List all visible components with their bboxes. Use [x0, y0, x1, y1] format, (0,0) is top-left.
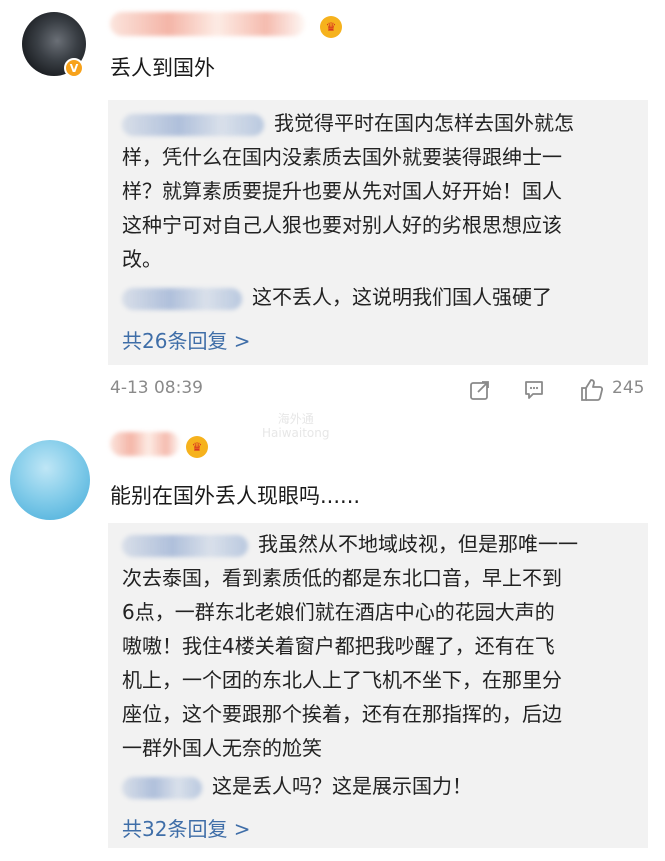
reply-line: 6点，一群东北老娘们就在酒店中心的花园大声的 — [122, 600, 555, 624]
avatar[interactable] — [10, 440, 90, 520]
view-more-replies-link[interactable]: 共26条回复 > — [122, 325, 251, 354]
comment-text: 丢人到国外 — [110, 56, 215, 80]
reply-username-blurred[interactable] — [122, 534, 248, 557]
reply-line: 样，凭什么在国内没素质去国外就要装得跟绅士一 — [122, 145, 562, 169]
username-blurred[interactable] — [110, 12, 305, 36]
comment-text: 能别在国外丢人现眼吗...... — [110, 484, 361, 508]
reply-line: 改。 — [122, 247, 162, 271]
reply-username-blurred[interactable] — [122, 287, 242, 310]
reply-line: 这是丢人吗？这是展示国力！ — [122, 769, 472, 803]
reply-line: 这不丢人，这说明我们国人强硬了 — [122, 280, 552, 314]
reply-box[interactable]: 我觉得平时在国内怎样去国外就怎 样，凭什么在国内没素质去国外就要装得跟绅士一 样… — [108, 100, 648, 365]
username-blurred[interactable] — [110, 432, 180, 456]
watermark: 海外通 Haiwaitong — [262, 412, 330, 440]
comment-icon[interactable] — [522, 378, 546, 402]
reply-line: 嗷嗷！我住4楼关着窗户都把我吵醒了，还有在飞 — [122, 634, 555, 658]
reply-line: 一群外国人无奈的尬笑 — [122, 736, 322, 760]
reply-line: 机上，一个团的东北人上了飞机不坐下，在那里分 — [122, 668, 562, 692]
view-more-replies-link[interactable]: 共32条回复 > — [122, 813, 251, 842]
reply-line: 我虽然从不地域歧视，但是那唯一一 — [122, 527, 578, 561]
like-icon[interactable] — [578, 376, 606, 404]
member-crown-icon: ♛ — [186, 436, 208, 458]
reply-line: 座位，这个要跟那个挨着，还有在那指挥的，后边 — [122, 702, 562, 726]
reply-line: 我觉得平时在国内怎样去国外就怎 — [122, 106, 574, 140]
member-crown-icon: ♛ — [320, 16, 342, 38]
like-count: 245 — [612, 378, 645, 398]
reply-username-blurred[interactable] — [122, 776, 202, 799]
reply-line: 次去泰国，看到素质低的都是东北口音，早上不到 — [122, 566, 562, 590]
reply-line: 这种宁可对自己人狠也要对别人好的劣根思想应该 — [122, 213, 562, 237]
comment-timestamp: 4-13 08:39 — [110, 378, 203, 398]
reply-line: 样？就算素质要提升也要从先对国人好开始！国人 — [122, 179, 562, 203]
reply-box[interactable]: 我虽然从不地域歧视，但是那唯一一 次去泰国，看到素质低的都是东北口音，早上不到 … — [108, 523, 648, 848]
share-icon[interactable] — [468, 378, 492, 402]
reply-username-blurred[interactable] — [122, 113, 264, 136]
verified-badge-icon: V — [64, 58, 84, 78]
